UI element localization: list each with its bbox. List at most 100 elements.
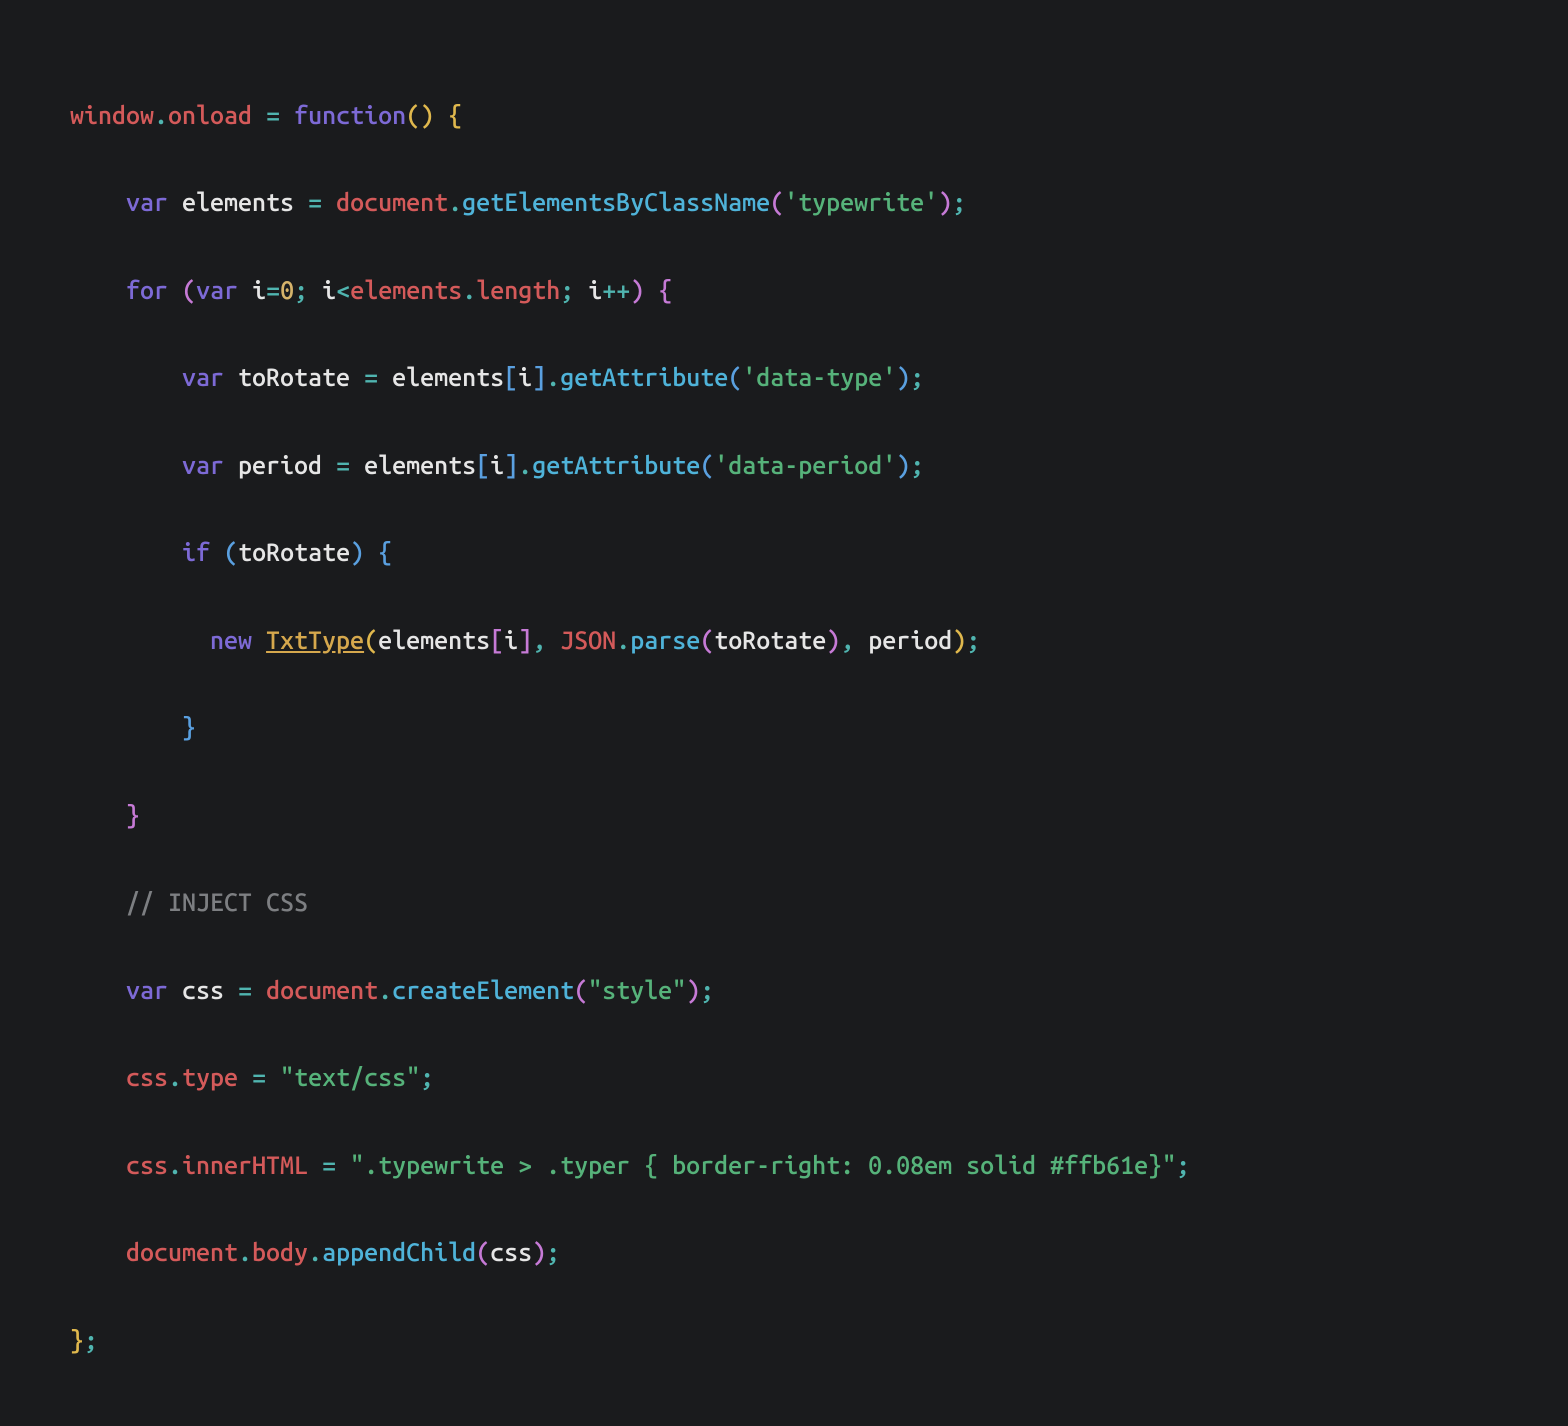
token-identifier: css xyxy=(126,1151,168,1179)
token-paren: ) xyxy=(420,101,434,129)
token-space xyxy=(364,538,378,566)
token-identifier: toRotate xyxy=(238,538,350,566)
code-line: // INJECT CSS xyxy=(70,881,1548,925)
token-indent xyxy=(70,276,126,304)
token-paren: ) xyxy=(630,276,644,304)
code-line: for (var i=0; i<elements.length; i++) { xyxy=(70,269,1548,313)
token-paren: ) xyxy=(952,626,966,654)
token-space xyxy=(224,976,238,1004)
token-space xyxy=(252,976,266,1004)
token-semi: ; xyxy=(700,976,714,1004)
token-for: for xyxy=(126,276,168,304)
token-paren: ( xyxy=(700,451,714,479)
token-identifier: i xyxy=(518,363,532,391)
token-var: var xyxy=(126,188,168,216)
token-paren: ) xyxy=(826,626,840,654)
token-space xyxy=(266,1063,280,1091)
token-var: var xyxy=(182,451,224,479)
code-line: css.type = "text/css"; xyxy=(70,1056,1548,1100)
token-new: new xyxy=(210,626,252,654)
token-indent xyxy=(70,801,126,829)
token-indent xyxy=(70,363,182,391)
code-line: }; xyxy=(70,1319,1548,1363)
token-identifier: elements xyxy=(392,363,504,391)
token-identifier: elements xyxy=(378,626,490,654)
token-string: ".typewrite > .typer { border-right: 0.0… xyxy=(350,1151,1176,1179)
token-paren: ( xyxy=(700,626,714,654)
token-paren: ( xyxy=(182,276,196,304)
token-var: var xyxy=(182,363,224,391)
token-space xyxy=(238,1063,252,1091)
token-string: 'typewrite' xyxy=(784,188,938,216)
token-indent xyxy=(70,1238,126,1266)
token-semi: ; xyxy=(560,276,574,304)
token-dot: . xyxy=(238,1238,252,1266)
code-line: document.body.appendChild(css); xyxy=(70,1231,1548,1275)
token-space xyxy=(168,188,182,216)
token-indent xyxy=(70,538,182,566)
token-prop: type xyxy=(182,1063,238,1091)
token-brace: } xyxy=(182,713,196,741)
token-method: getAttribute xyxy=(560,363,728,391)
token-indent xyxy=(70,713,182,741)
token-window: window xyxy=(70,101,154,129)
token-identifier: period xyxy=(868,626,952,654)
token-bracket: [ xyxy=(476,451,490,479)
token-semi: ; xyxy=(910,451,924,479)
token-space xyxy=(210,538,224,566)
token-dot: . xyxy=(308,1238,322,1266)
token-space xyxy=(224,451,238,479)
token-method: appendChild xyxy=(322,1238,476,1266)
token-identifier: css xyxy=(490,1238,532,1266)
token-dot: . xyxy=(462,276,476,304)
token-identifier: i xyxy=(490,451,504,479)
token-identifier: i xyxy=(504,626,518,654)
token-paren: ( xyxy=(476,1238,490,1266)
token-string: 'data-period' xyxy=(714,451,896,479)
token-indent xyxy=(70,1151,126,1179)
token-equals: = xyxy=(322,1151,336,1179)
token-space xyxy=(238,276,252,304)
token-paren: ) xyxy=(350,538,364,566)
token-paren: ( xyxy=(728,363,742,391)
code-line: } xyxy=(70,794,1548,838)
token-dot: . xyxy=(168,1151,182,1179)
token-identifier: i xyxy=(322,276,336,304)
token-brace: { xyxy=(448,101,462,129)
token-indent xyxy=(70,888,126,916)
token-comma: , xyxy=(532,626,546,654)
token-class-link[interactable]: TxtType xyxy=(266,626,364,654)
token-space xyxy=(546,626,560,654)
token-dot: . xyxy=(616,626,630,654)
token-space xyxy=(252,101,266,129)
token-identifier: css xyxy=(182,976,224,1004)
token-bracket: ] xyxy=(518,626,532,654)
token-function: function xyxy=(294,101,406,129)
token-indent xyxy=(70,188,126,216)
token-indent xyxy=(70,451,182,479)
token-identifier: i xyxy=(588,276,602,304)
token-bracket: ] xyxy=(504,451,518,479)
code-editor[interactable]: window.onload = function() { var element… xyxy=(0,0,1568,1426)
token-space xyxy=(168,276,182,304)
token-paren: ( xyxy=(406,101,420,129)
code-line: var elements = document.getElementsByCla… xyxy=(70,181,1548,225)
token-space xyxy=(350,363,364,391)
token-space xyxy=(574,276,588,304)
token-method: getElementsByClassName xyxy=(462,188,770,216)
token-body: body xyxy=(252,1238,308,1266)
token-brace: } xyxy=(126,801,140,829)
token-bracket: ] xyxy=(532,363,546,391)
token-equals: = xyxy=(364,363,378,391)
token-semi: ; xyxy=(546,1238,560,1266)
token-brace: { xyxy=(378,538,392,566)
token-paren: ) xyxy=(938,188,952,216)
token-paren: ( xyxy=(574,976,588,1004)
code-line: var period = elements[i].getAttribute('d… xyxy=(70,444,1548,488)
token-identifier: i xyxy=(252,276,266,304)
token-space xyxy=(350,451,364,479)
token-equals: = xyxy=(266,276,280,304)
token-paren: ( xyxy=(770,188,784,216)
code-line: var css = document.createElement("style"… xyxy=(70,969,1548,1013)
token-space xyxy=(336,1151,350,1179)
